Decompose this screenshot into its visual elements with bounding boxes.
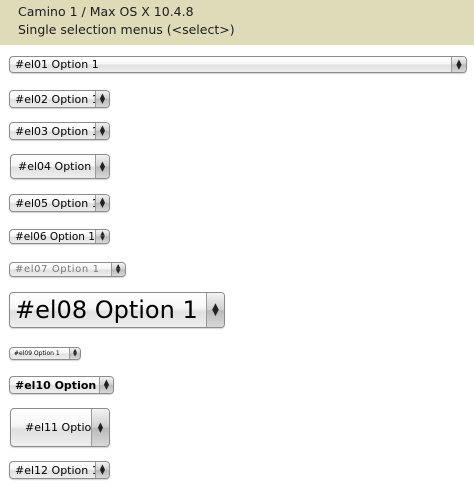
select-el11-value: #el11 Optio: [25, 421, 92, 434]
select-el07[interactable]: #el07 Option 1 ▲ ▼: [9, 262, 126, 277]
up-down-arrows-icon: ▲ ▼: [69, 348, 80, 359]
select-el01[interactable]: #el01 Option 1 ▲ ▼: [9, 56, 467, 73]
select-el06-value: #el06 Option 1: [15, 230, 95, 243]
page-title: Camino 1 / Max OS X 10.4.8: [18, 4, 194, 19]
select-el12[interactable]: #el12 Option 1 ▲ ▼: [9, 461, 110, 479]
select-el10[interactable]: #el10 Option 1 ▲ ▼: [9, 376, 114, 394]
select-el08[interactable]: #el08 Option 1 ▲ ▼: [9, 292, 225, 328]
select-el03[interactable]: #el03 Option 1 ▲ ▼: [9, 122, 110, 140]
select-el08-value: #el08 Option 1: [15, 296, 198, 324]
page-subtitle: Single selection menus (<select>): [18, 22, 235, 37]
page-header: Camino 1 / Max OS X 10.4.8 Single select…: [0, 0, 474, 45]
up-down-arrows-icon: ▲ ▼: [451, 57, 466, 72]
up-down-arrows-icon: ▲ ▼: [111, 263, 125, 276]
select-el05[interactable]: #el05 Option 1 ▲ ▼: [9, 194, 110, 212]
select-el02[interactable]: #el02 Option 1 ▲ ▼: [9, 90, 110, 108]
select-el04[interactable]: #el04 Option 1 ▲ ▼: [10, 154, 110, 179]
up-down-arrows-icon: ▲ ▼: [95, 230, 109, 243]
select-el07-value: #el07 Option 1: [15, 264, 100, 275]
select-el06[interactable]: #el06 Option 1 ▲ ▼: [9, 229, 110, 244]
select-el10-value: #el10 Option 1: [15, 378, 108, 392]
select-el01-value: #el01 Option 1: [15, 58, 99, 71]
up-down-arrows-icon: ▲ ▼: [95, 155, 109, 178]
select-el12-value: #el12 Option 1: [15, 463, 99, 477]
select-el11[interactable]: #el11 Optio ▲ ▼: [10, 408, 110, 447]
up-down-arrows-icon: ▲ ▼: [99, 377, 113, 393]
up-down-arrows-icon: ▲ ▼: [95, 91, 109, 107]
select-el03-value: #el03 Option 1: [15, 124, 99, 138]
select-el04-value: #el04 Option 1: [18, 160, 102, 173]
up-down-arrows-icon: ▲ ▼: [95, 195, 109, 211]
up-down-arrows-icon: ▲ ▼: [95, 123, 109, 139]
select-el02-value: #el02 Option 1: [15, 92, 99, 106]
select-el05-value: #el05 Option 1: [15, 196, 99, 210]
up-down-arrows-icon: ▲ ▼: [95, 462, 109, 478]
up-down-arrows-icon: ▲ ▼: [91, 409, 109, 446]
select-el09[interactable]: #el09 Option 1 ▲ ▼: [9, 347, 81, 360]
up-down-arrows-icon: ▲ ▼: [206, 293, 224, 327]
select-el09-value: #el09 Option 1: [14, 350, 60, 357]
